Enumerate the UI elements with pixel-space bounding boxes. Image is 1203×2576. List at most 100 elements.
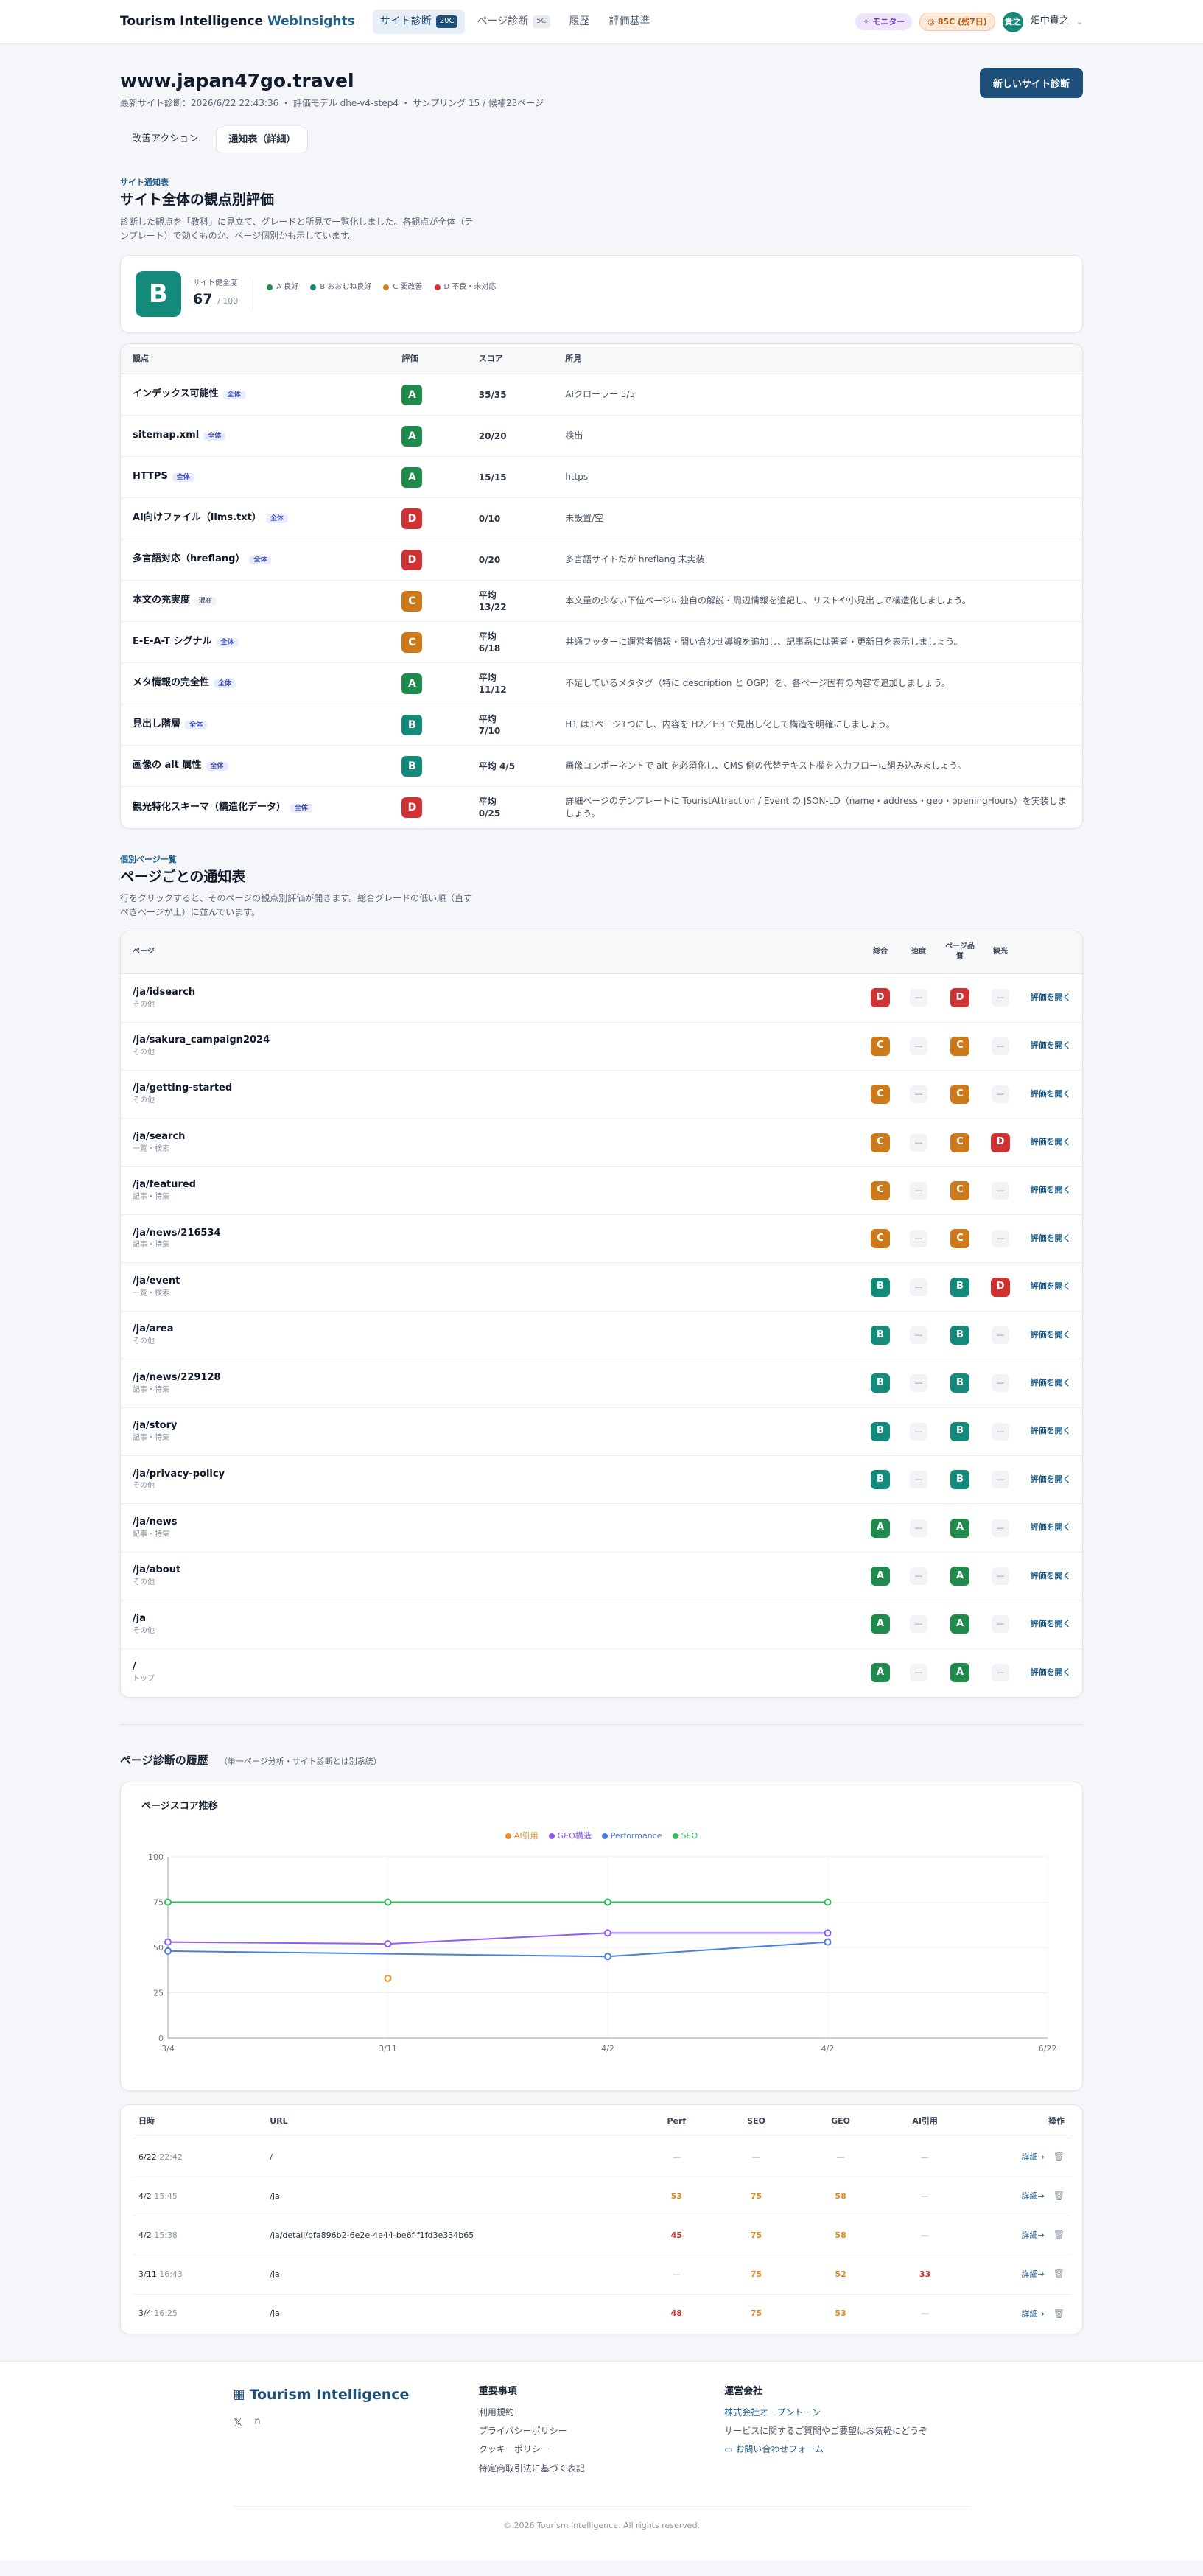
- criterion-name: 多言語対応（hreflang）: [133, 553, 245, 565]
- footer-legal-link[interactable]: プライバシーポリシー: [479, 2425, 724, 2437]
- x-icon[interactable]: 𝕏: [234, 2414, 243, 2431]
- col-overall: 総合: [861, 931, 899, 975]
- col-score: スコア: [466, 344, 554, 375]
- series-point: [604, 1953, 611, 1961]
- nav-item-3[interactable]: 評価基準: [602, 10, 658, 33]
- trash-icon[interactable]: 🗑: [1053, 2230, 1065, 2240]
- brand-logo[interactable]: Tourism Intelligence WebInsights: [120, 13, 355, 31]
- page-row[interactable]: /ja/privacy-policy その他 B — B — 評価を開く: [121, 1455, 1082, 1505]
- trash-icon[interactable]: 🗑: [1053, 2309, 1065, 2319]
- overall-label: サイト健全度: [193, 279, 237, 288]
- open-evaluation-link[interactable]: 評価を開く: [1031, 1667, 1071, 1677]
- scope-badge: 全体: [222, 391, 245, 400]
- open-evaluation-link[interactable]: 評価を開く: [1031, 1233, 1071, 1243]
- page-row[interactable]: / トップ A — A — 評価を開く: [121, 1648, 1082, 1696]
- x-tick-label: 3/11: [379, 2044, 397, 2054]
- page-row[interactable]: /ja/area その他 B — B — 評価を開く: [121, 1311, 1082, 1360]
- avatar[interactable]: 貴之: [1002, 11, 1023, 32]
- section-divider: [120, 1723, 1083, 1725]
- tourism-empty: —: [992, 1422, 1009, 1441]
- note-icon[interactable]: n: [254, 2415, 260, 2429]
- page-row[interactable]: /ja/about その他 A — A — 評価を開く: [121, 1552, 1082, 1601]
- page-row[interactable]: /ja/sakura_campaign2024 その他 C — C — 評価を開く: [121, 1022, 1082, 1071]
- speed-empty: —: [910, 1664, 927, 1682]
- open-evaluation-link[interactable]: 評価を開く: [1031, 1522, 1071, 1532]
- chart-legend-item[interactable]: GEO構造: [548, 1830, 592, 1842]
- tourism-empty: —: [992, 1326, 1009, 1345]
- grade-badge: B: [401, 755, 423, 777]
- criterion-score: 平均 11/12: [478, 672, 507, 695]
- chart-legend-item[interactable]: AI引用: [505, 1830, 539, 1842]
- legend-label: B おおむね良好: [320, 283, 372, 292]
- nav-item-2[interactable]: 履歴: [562, 10, 597, 33]
- footer-logo[interactable]: ▦ Tourism Intelligence: [234, 2385, 479, 2406]
- criteria-row: 多言語対応（hreflang） 全体 D 0/20 多言語サイトだが hrefla…: [121, 539, 1082, 581]
- open-evaluation-link[interactable]: 評価を開く: [1031, 1426, 1071, 1435]
- page-row[interactable]: /ja/news 記事・特集 A — A — 評価を開く: [121, 1503, 1082, 1553]
- page-row[interactable]: /ja/getting-started その他 C — C — 評価を開く: [121, 1070, 1082, 1119]
- open-evaluation-link[interactable]: 評価を開く: [1031, 1089, 1071, 1099]
- nav-item-1[interactable]: ページ診断 5C: [469, 10, 557, 33]
- open-evaluation-link[interactable]: 評価を開く: [1031, 1571, 1071, 1581]
- page-row[interactable]: /ja/search 一覧・検索 C — C D 評価を開く: [121, 1118, 1082, 1167]
- trash-icon[interactable]: 🗑: [1053, 2269, 1065, 2279]
- speed-empty: —: [910, 1471, 927, 1489]
- open-evaluation-link[interactable]: 評価を開く: [1031, 1330, 1071, 1340]
- company-link[interactable]: 株式会社オープントーン: [724, 2407, 969, 2419]
- pages-title: ページごとの通知表: [120, 868, 246, 885]
- open-evaluation-link[interactable]: 評価を開く: [1031, 993, 1071, 1002]
- footer-legal-link[interactable]: クッキーポリシー: [479, 2443, 724, 2456]
- open-evaluation-link[interactable]: 評価を開く: [1031, 1378, 1071, 1387]
- trash-icon[interactable]: 🗑: [1053, 2191, 1065, 2201]
- criterion-score: 15/15: [478, 472, 507, 483]
- history-geo: 58: [798, 2216, 883, 2256]
- criterion-score: 平均 0/25: [478, 796, 501, 819]
- history-detail-link[interactable]: 詳細→: [1022, 2269, 1045, 2279]
- trash-icon[interactable]: 🗑: [1053, 2152, 1065, 2162]
- monitor-badge[interactable]: ✧ モニター: [855, 13, 913, 31]
- open-evaluation-link[interactable]: 評価を開く: [1031, 1137, 1071, 1147]
- open-evaluation-link[interactable]: 評価を開く: [1031, 1474, 1071, 1484]
- tourism-empty: —: [992, 1181, 1009, 1200]
- chart-legend-item[interactable]: Performance: [601, 1830, 662, 1842]
- chart-legend-item[interactable]: SEO: [672, 1830, 698, 1842]
- y-tick-label: 100: [148, 1852, 164, 1862]
- page-row[interactable]: /ja/event 一覧・検索 B — B D 評価を開く: [121, 1262, 1082, 1312]
- chevron-down-icon[interactable]: ⌄: [1076, 16, 1083, 28]
- tab-improvement-actions[interactable]: 改善アクション: [120, 127, 210, 154]
- credits-badge[interactable]: ◎ 85C (残7日): [919, 12, 995, 32]
- new-site-diagnosis-button[interactable]: 新しいサイト診断: [979, 68, 1083, 98]
- history-detail-link[interactable]: 詳細→: [1022, 2309, 1045, 2319]
- page-row[interactable]: /ja/news/216534 記事・特集 C — C — 評価を開く: [121, 1214, 1082, 1264]
- page-row[interactable]: /ja/news/229128 記事・特集 B — B — 評価を開く: [121, 1359, 1082, 1408]
- footer-legal-link[interactable]: 特定商取引法に基づく表記: [479, 2463, 724, 2475]
- open-evaluation-link[interactable]: 評価を開く: [1031, 1281, 1071, 1291]
- page-row[interactable]: /ja/story 記事・特集 B — B — 評価を開く: [121, 1407, 1082, 1457]
- open-evaluation-link[interactable]: 評価を開く: [1031, 1185, 1071, 1194]
- history-url: /ja: [264, 2177, 639, 2217]
- overview-desc: 診断した観点を「教科」に見立て、グレードと所見で一覧化しました。各観点が全体（テ…: [120, 216, 474, 242]
- history-detail-link[interactable]: 詳細→: [1022, 2191, 1045, 2201]
- legend-item: C 要改善: [383, 282, 423, 293]
- user-name[interactable]: 畑中貴之: [1031, 15, 1069, 29]
- open-evaluation-link[interactable]: 評価を開く: [1031, 1619, 1071, 1628]
- contact-text: サービスに関するご質問やご要望はお気軽にどうぞ: [724, 2425, 928, 2436]
- quality-badge: B: [950, 1373, 969, 1393]
- history-date: 4/2: [138, 2230, 152, 2241]
- tab-report-detail[interactable]: 通知表（詳細）: [216, 126, 309, 154]
- page-type: トップ: [133, 1675, 155, 1684]
- history-detail-link[interactable]: 詳細→: [1022, 2230, 1045, 2240]
- nav-item-0[interactable]: サイト診断 20C: [372, 10, 466, 34]
- open-evaluation-link[interactable]: 評価を開く: [1031, 1040, 1071, 1050]
- chart-legend-dot: [601, 1833, 608, 1840]
- criteria-row: sitemap.xml 全体 A 20/20 検出: [121, 415, 1082, 458]
- page-row[interactable]: /ja/idsearch その他 D — D — 評価を開く: [121, 973, 1082, 1023]
- history-detail-link[interactable]: 詳細→: [1022, 2152, 1045, 2162]
- contact-form-link[interactable]: ▭ お問い合わせフォーム: [724, 2443, 969, 2456]
- overall-badge: B: [871, 1277, 890, 1297]
- page-row[interactable]: /ja その他 A — A — 評価を開く: [121, 1600, 1082, 1649]
- chart-legend-dot: [505, 1833, 511, 1840]
- footer-legal-link[interactable]: 利用規約: [479, 2407, 724, 2419]
- nav-label: サイト診断: [379, 15, 432, 28]
- page-row[interactable]: /ja/featured 記事・特集 C — C — 評価を開く: [121, 1166, 1082, 1216]
